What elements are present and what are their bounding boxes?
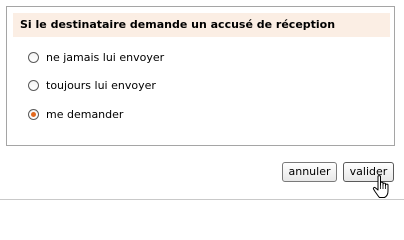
panel-heading: Si le destinataire demande un accusé de … xyxy=(13,13,390,37)
radio-ask-me[interactable] xyxy=(28,108,39,120)
cancel-button[interactable]: annuler xyxy=(282,162,337,182)
option-never-send[interactable]: ne jamais lui envoyer xyxy=(28,50,164,64)
option-label: me demander xyxy=(46,107,124,121)
radio-always-send[interactable] xyxy=(28,79,39,91)
option-label: toujours lui envoyer xyxy=(46,78,156,92)
radio-never-send[interactable] xyxy=(28,51,39,63)
option-always-send[interactable]: toujours lui envoyer xyxy=(28,78,156,92)
hand-pointer-icon xyxy=(372,175,389,198)
option-ask-me[interactable]: me demander xyxy=(28,107,123,121)
receipt-settings-panel: Si le destinataire demande un accusé de … xyxy=(6,6,395,146)
bottom-divider xyxy=(0,199,404,200)
option-label: ne jamais lui envoyer xyxy=(46,50,165,64)
